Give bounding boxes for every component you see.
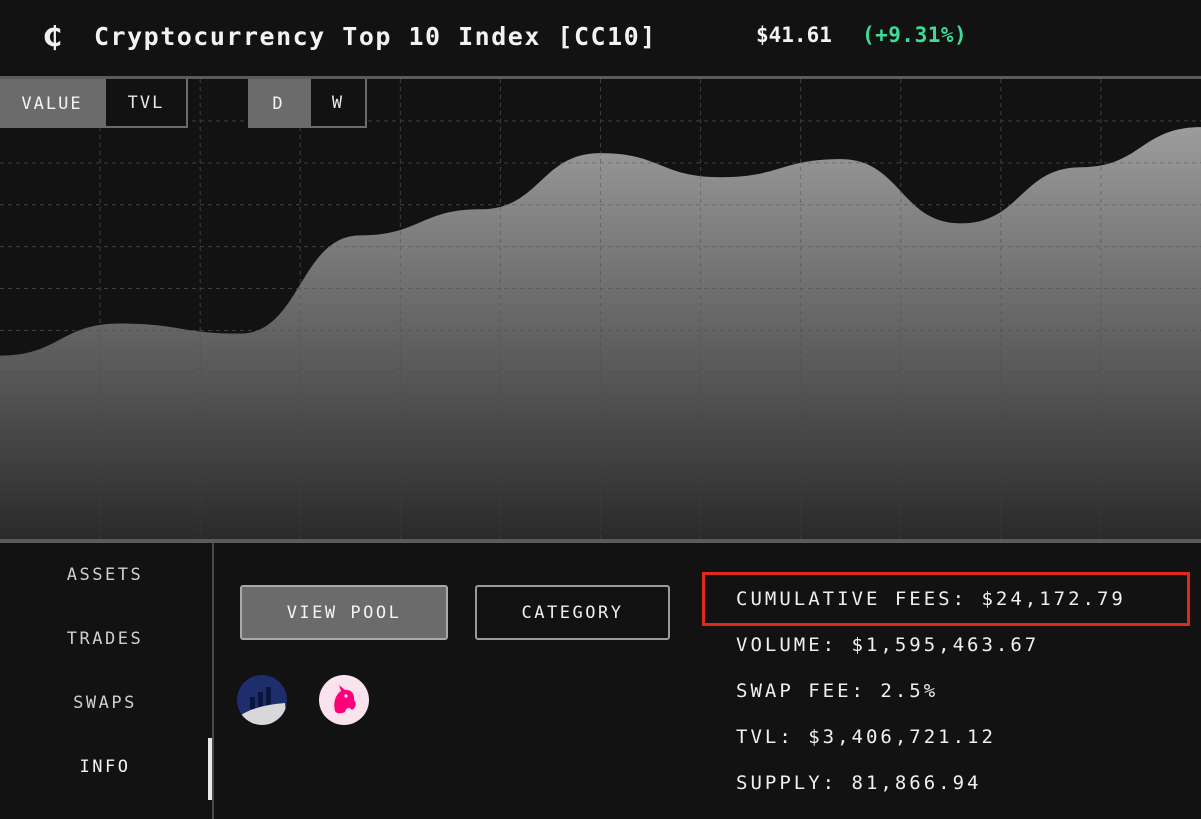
sidebar: ASSETS TRADES SWAPS INFO [0,543,213,819]
index-price: $41.61 [756,23,832,47]
chart-area-series [0,127,1201,540]
stat-cumulative-fees: CUMULATIVE FEES: $24,172.79 [736,588,1126,610]
price-change: (+9.31%) [862,23,968,47]
category-button[interactable]: CATEGORY [475,585,670,640]
sidebar-divider [212,543,214,819]
metric-tvl-tab[interactable]: TVL [104,79,188,128]
sidebar-item-info[interactable]: INFO [0,757,210,777]
range-week-tab[interactable]: W [309,79,367,128]
sidebar-item-swaps[interactable]: SWAPS [0,693,210,713]
metric-toggle: VALUE TVL [0,79,188,128]
metric-value-tab[interactable]: VALUE [0,79,104,128]
stat-supply: SUPPLY: 81,866.94 [736,772,982,794]
price-chart[interactable] [0,79,1201,540]
sidebar-item-assets[interactable]: ASSETS [0,565,210,585]
balancer-icon[interactable] [237,675,287,725]
range-day-tab[interactable]: D [248,79,309,128]
sidebar-item-trades[interactable]: TRADES [0,629,210,649]
stat-volume: VOLUME: $1,595,463.67 [736,634,1040,656]
page-title: Cryptocurrency Top 10 Index [CC10] [94,22,657,51]
stat-swap-fee: SWAP FEE: 2.5% [736,680,939,702]
range-toggle: D W [248,79,367,128]
header: ₵ Cryptocurrency Top 10 Index [CC10] $41… [0,0,1201,77]
chart-svg [0,79,1201,540]
view-pool-button[interactable]: VIEW POOL [240,585,448,640]
uniswap-unicorn-icon[interactable] [319,675,369,725]
cc10-logo-icon: ₵ [44,20,61,53]
stat-tvl: TVL: $3,406,721.12 [736,726,996,748]
